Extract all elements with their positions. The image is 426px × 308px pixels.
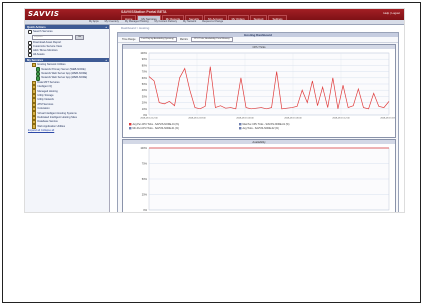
my-services-header[interactable]: My Services « (25, 58, 109, 62)
tree-item-label: Network Primary Server (WEB-NODE) (41, 67, 86, 71)
legend-label: Min Per-CPU Ticks - SAVVIS-NODE-01 (%) (133, 127, 180, 130)
tree-item-label: Virtual Intelligent Hosting Systems (37, 111, 77, 115)
x-tick-label: 2008-09-15 00:00 (236, 118, 254, 120)
cpu-chart-panel: CPU Ticks 100% 90% 80% 70% 60% 50% 40% 30% 20% 10… (122, 44, 398, 138)
tree-item-label: Network Web Server App (WEB-NODE) (41, 76, 88, 80)
tree-item-label: Intelligent IQ (37, 85, 52, 89)
all-assets-text: All Assets (33, 53, 45, 56)
subnav-item-my-inventory[interactable]: My Inventory (103, 20, 121, 23)
y-tick-label: 20% (142, 101, 148, 105)
time-range-select[interactable]: Last Day by Availability (Ignoring) (138, 37, 177, 42)
services-tree: Hosting Network Utilities Network Primary… (25, 62, 109, 134)
expand-collapse-link[interactable]: Expand all Collapse all (28, 129, 106, 133)
y-tick-label: 100% (140, 146, 147, 150)
subnav-item-my-network[interactable]: My Network (181, 20, 198, 23)
legend-swatch (129, 123, 132, 126)
legend-label: Max Per-CPU Ticks - SAVVIS-NODE-01 (%) (243, 123, 290, 126)
user-links[interactable]: Help | Logout (383, 11, 400, 15)
top-bar: SAVVIS SAVVISStation Portal BETA Home My … (25, 9, 404, 22)
search-input[interactable]: Keyword (32, 35, 73, 40)
y-tick-label: 100% (140, 51, 147, 55)
collapse-icon[interactable]: « (105, 58, 107, 62)
dashboard-panel: Hosting Dashboard Time Range Last Day by… (117, 32, 399, 212)
search-row: Keyword Go (32, 35, 106, 40)
legend-label: Avg Ticks - SAVVIS-NODE-02 (%) (243, 127, 280, 130)
y-tick-label: 80% (142, 63, 148, 67)
brand-logo[interactable]: SAVVIS (28, 10, 59, 18)
legend-swatch (239, 127, 242, 130)
go-button[interactable]: Go (75, 35, 84, 40)
y-tick-label: 60% (142, 76, 148, 80)
main-content: Hosting Dashboard Time Range Last Day by… (111, 30, 401, 212)
tree-item-label: Managed Hosting (37, 89, 58, 93)
legend-swatch (129, 127, 132, 130)
y-tick-label: 90% (142, 57, 148, 61)
subnav-item-my-apps[interactable]: My Apps (87, 20, 101, 23)
sidebar: Quick Actions « Search Services Keyword … (25, 25, 110, 212)
portal-window: SAVVIS SAVVISStation Portal BETA Home My … (24, 8, 405, 213)
x-tick-label: 2008-09-15 12:00 (332, 118, 350, 120)
tree-item-label: Hosting Network Utilities (37, 63, 66, 67)
legend-label: Avg Per-CPU Ticks - SAVVIS-NODE-01 (%) (133, 123, 180, 126)
my-services-title: My Services (27, 58, 44, 62)
tree-item-label: Database Service (37, 120, 58, 124)
y-tick-label: 30% (142, 94, 148, 98)
x-tick-label: 2008-09-15 18:00 (380, 118, 395, 120)
y-tick-label: 25% (142, 193, 148, 197)
subnav-item-my-content-delivery[interactable]: My Content Delivery (153, 20, 180, 23)
availability-chart: 100% 75% 50% 25% 0% (140, 146, 390, 212)
subnav-item-my-managed-hosting[interactable]: My Managed Hosting (123, 20, 151, 23)
y-tick-label: 0% (143, 208, 147, 212)
bullet-icon (28, 30, 32, 34)
quick-actions-title: Quick Actions (27, 25, 46, 29)
x-tick-label: 2008-09-15 06:00 (284, 118, 302, 120)
subnav-item-request-a-change[interactable]: Request a Change (200, 20, 225, 23)
x-tick-label: 2008-09-14 12:00 (140, 118, 158, 120)
quick-actions-header[interactable]: Quick Actions « (25, 25, 109, 29)
bullet-icon (28, 53, 32, 57)
y-tick-label: 50% (142, 82, 148, 86)
y-tick-label: 75% (142, 162, 148, 166)
y-tick-label: 40% (142, 88, 148, 92)
y-tick-label: 10% (142, 107, 148, 111)
x-tick-label: 2008-09-14 18:00 (188, 118, 206, 120)
quick-actions-panel: Search Services Keyword Go Download Asse… (25, 29, 109, 58)
filter-bar: Time Range Last Day by Availability (Ign… (118, 37, 398, 43)
cpu-chart: 100%90%80%70%60%50%40%30%20%10%0%2008-09… (129, 51, 398, 130)
tree-item-label: Colocation (37, 107, 50, 111)
collapse-icon[interactable]: « (105, 25, 107, 29)
metrics-label: Metrics (179, 38, 188, 41)
y-tick-label: 70% (142, 70, 148, 74)
availability-chart-panel: Availability 100% 75% 50% 25% 0% (122, 139, 396, 212)
tree-item-label: Utility Network (37, 98, 54, 102)
time-range-label: Time Range (122, 38, 136, 41)
metrics-select[interactable]: CPU Ticks, Availability, Free Memory (190, 37, 233, 42)
all-assets-link[interactable]: All Assets (28, 53, 106, 57)
y-tick-label: 50% (142, 177, 148, 181)
legend-swatch (239, 123, 242, 126)
search-services-label: Search Services (28, 30, 106, 34)
y-tick-label: 0% (143, 113, 147, 117)
search-services-text: Search Services (33, 30, 53, 33)
app-title: SAVVISStation Portal BETA (121, 10, 167, 14)
